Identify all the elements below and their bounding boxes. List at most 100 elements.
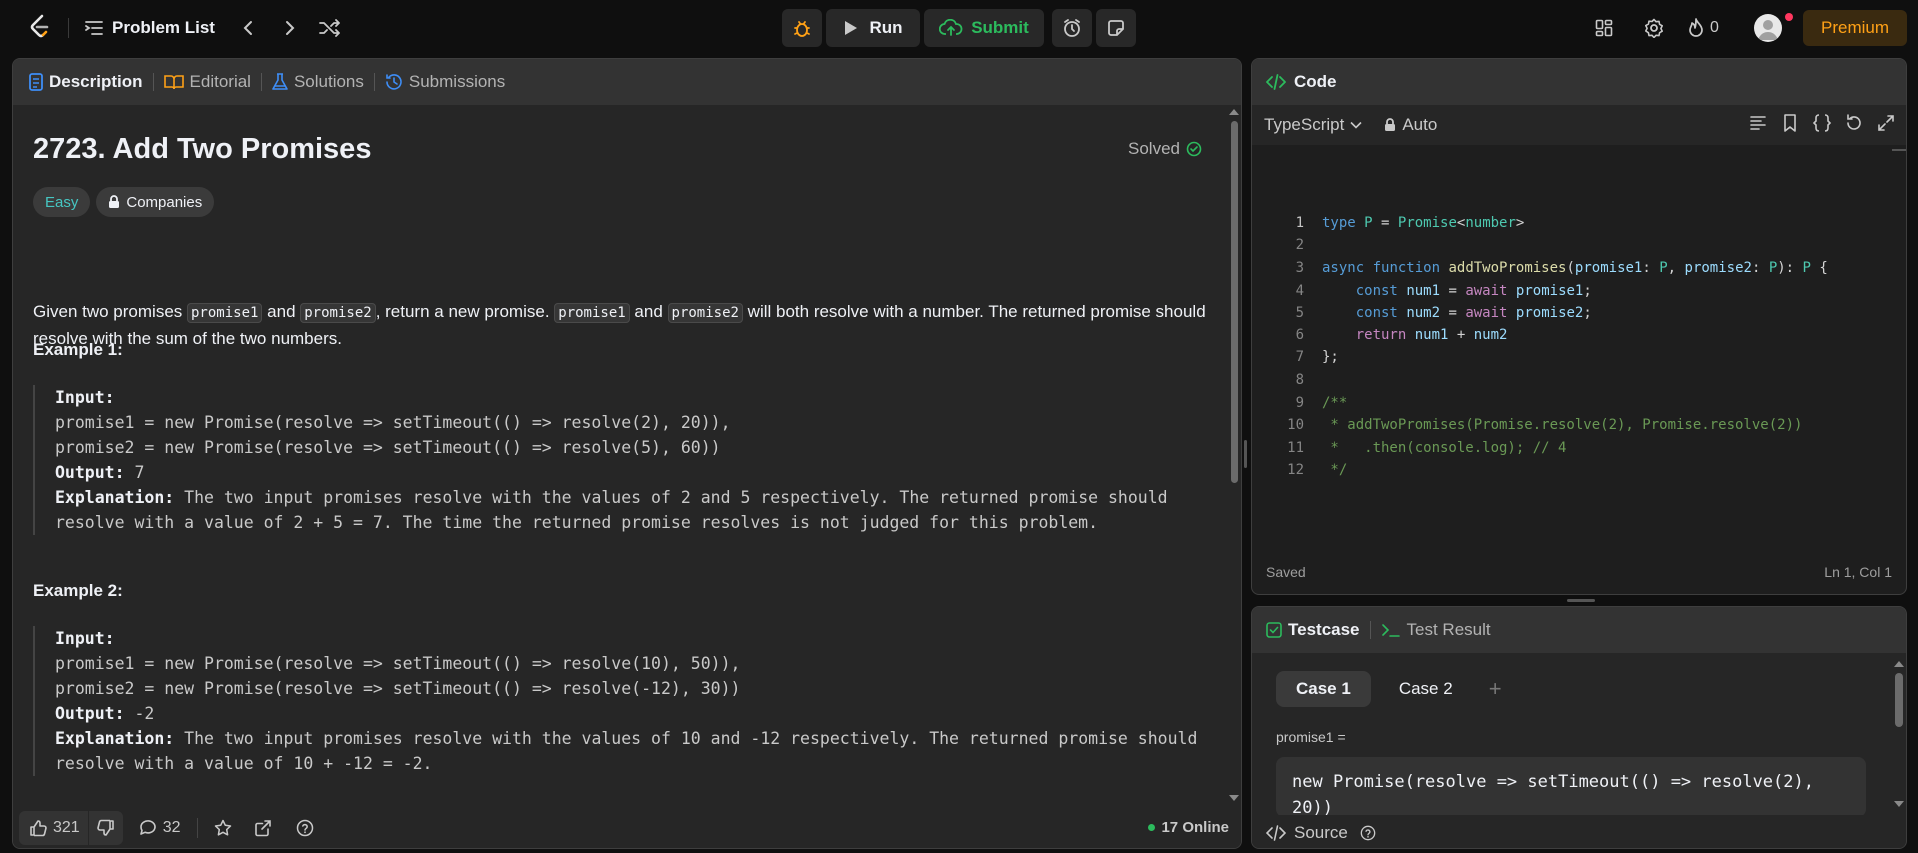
- next-problem-button[interactable]: [278, 16, 302, 40]
- input-label: Input:: [55, 629, 115, 648]
- tab-submissions[interactable]: Submissions: [385, 72, 505, 92]
- layout-grid-icon: [1595, 19, 1613, 37]
- external-link-icon: [254, 819, 271, 836]
- random-problem-button[interactable]: [318, 16, 342, 40]
- scroll-up-icon: [1229, 109, 1239, 115]
- case-1-tab[interactable]: Case 1: [1276, 671, 1371, 707]
- comments-button[interactable]: 32: [139, 819, 181, 837]
- input-line: promise2 = new Promise(resolve => setTim…: [55, 438, 721, 457]
- description-footer: 321 32 17 Online: [13, 805, 1241, 848]
- tab-editorial[interactable]: Editorial: [163, 72, 251, 92]
- braces-icon[interactable]: [1812, 113, 1832, 133]
- tab-description-label: Description: [49, 72, 143, 91]
- terminal-icon: [1381, 624, 1400, 637]
- horizontal-resize-handle[interactable]: [1567, 599, 1595, 602]
- case-2-tab[interactable]: Case 2: [1379, 671, 1473, 707]
- testcase-tabs: Testcase Test Result: [1252, 607, 1906, 653]
- leetcode-logo-icon[interactable]: [28, 14, 52, 40]
- tab-solutions[interactable]: Solutions: [272, 72, 364, 92]
- submit-label: Submit: [971, 18, 1029, 37]
- example-heading: Example 2:: [33, 581, 123, 600]
- avatar[interactable]: [1754, 14, 1782, 42]
- code-panel-header: Code: [1252, 59, 1906, 105]
- help-button[interactable]: [296, 819, 314, 837]
- line-number: 10: [1287, 417, 1304, 433]
- line-number: 9: [1295, 395, 1304, 411]
- tab-testcase[interactable]: Testcase: [1266, 620, 1360, 640]
- reset-icon[interactable]: [1844, 113, 1864, 133]
- book-icon: [163, 75, 184, 90]
- bookmark-icon[interactable]: [1780, 113, 1800, 133]
- output-value: 7: [124, 463, 145, 482]
- description-tabs: Description Editorial Solutions Submissi…: [13, 59, 1241, 105]
- testcase-scrollbar[interactable]: [1892, 653, 1906, 813]
- example-block: Input: promise1 = new Promise(resolve =>…: [33, 385, 1213, 535]
- input-line: promise1 = new Promise(resolve => setTim…: [55, 654, 741, 673]
- scrollbar-thumb[interactable]: [1895, 673, 1903, 727]
- desc-text: , return a new promise.: [375, 302, 555, 321]
- companies-label: Companies: [126, 193, 203, 211]
- line-number: 6: [1295, 327, 1304, 343]
- check-circle-icon: [1186, 141, 1202, 157]
- description-scrollbar[interactable]: [1228, 105, 1240, 805]
- share-button[interactable]: [254, 819, 272, 837]
- document-icon: [29, 73, 43, 91]
- problem-list-button[interactable]: Problem List: [84, 16, 215, 40]
- tab-testcase-label: Testcase: [1288, 620, 1360, 639]
- expand-icon[interactable]: [1876, 113, 1896, 133]
- layout-button[interactable]: [1590, 12, 1618, 44]
- case-tabs: Case 1 Case 2 +: [1276, 671, 1502, 707]
- run-submit-group: Run Submit: [782, 9, 1136, 47]
- tab-description[interactable]: Description: [29, 72, 143, 92]
- streak-counter[interactable]: 0: [1688, 12, 1719, 44]
- prev-problem-button[interactable]: [236, 16, 260, 40]
- dislike-button[interactable]: [89, 819, 123, 837]
- format-icon[interactable]: [1748, 113, 1768, 133]
- online-count: 17 Online: [1161, 819, 1229, 836]
- premium-button[interactable]: Premium: [1803, 10, 1907, 46]
- tab-solutions-label: Solutions: [293, 72, 364, 91]
- play-icon: [845, 21, 858, 35]
- submit-button[interactable]: Submit: [924, 9, 1044, 47]
- timer-button[interactable]: [1052, 9, 1092, 47]
- tab-test-result[interactable]: Test Result: [1381, 620, 1491, 640]
- language-select[interactable]: TypeScript: [1264, 115, 1362, 135]
- input-line: promise2 = new Promise(resolve => setTim…: [55, 679, 741, 698]
- code-line: const num1 = await promise1;: [1355, 283, 1592, 299]
- companies-button[interactable]: Companies: [96, 187, 215, 217]
- auto-mode-toggle[interactable]: Auto: [1384, 115, 1437, 135]
- inline-code: promise1: [187, 303, 263, 323]
- explanation-text: The two input promises resolve with the …: [55, 729, 1198, 773]
- scroll-up-icon: [1894, 661, 1904, 667]
- scrollbar-thumb[interactable]: [1231, 121, 1238, 483]
- tab-divider: [373, 73, 375, 91]
- debug-button[interactable]: [782, 9, 822, 47]
- scroll-down-icon: [1894, 801, 1904, 807]
- favorite-button[interactable]: [214, 819, 232, 837]
- problem-list-label: Problem List: [112, 18, 215, 37]
- like-button[interactable]: 321: [19, 819, 88, 837]
- vertical-resize-handle[interactable]: [1244, 440, 1247, 468]
- chevron-left-icon: [243, 21, 252, 35]
- line-number: 7: [1295, 349, 1304, 365]
- code-editor[interactable]: 1 2 3 4 5 6 7 8 9 10 11 12 type P = Prom…: [1252, 149, 1906, 549]
- star-icon: [214, 819, 231, 836]
- variable-label: promise1 =: [1276, 729, 1346, 745]
- code-line: type P = Promise<number>: [1322, 215, 1525, 231]
- question-circle-icon[interactable]: [1360, 825, 1376, 841]
- save-status: Saved: [1266, 564, 1306, 580]
- source-button[interactable]: Source: [1294, 823, 1348, 843]
- run-button[interactable]: Run: [826, 9, 920, 47]
- testcase-input[interactable]: new Promise(resolve => setTimeout(() => …: [1276, 757, 1866, 817]
- editor-scrollbar[interactable]: [1892, 149, 1906, 549]
- desc-text: Given two promises: [33, 302, 187, 321]
- notes-button[interactable]: [1096, 9, 1136, 47]
- list-icon: [85, 21, 103, 35]
- tab-divider: [1369, 621, 1371, 639]
- explanation-text: The two input promises resolve with the …: [55, 488, 1168, 532]
- history-icon: [386, 74, 402, 90]
- line-number: 5: [1295, 305, 1304, 321]
- add-case-button[interactable]: +: [1489, 676, 1502, 702]
- problem-title[interactable]: 2723. Add Two Promises: [33, 133, 371, 166]
- settings-button[interactable]: [1640, 12, 1668, 44]
